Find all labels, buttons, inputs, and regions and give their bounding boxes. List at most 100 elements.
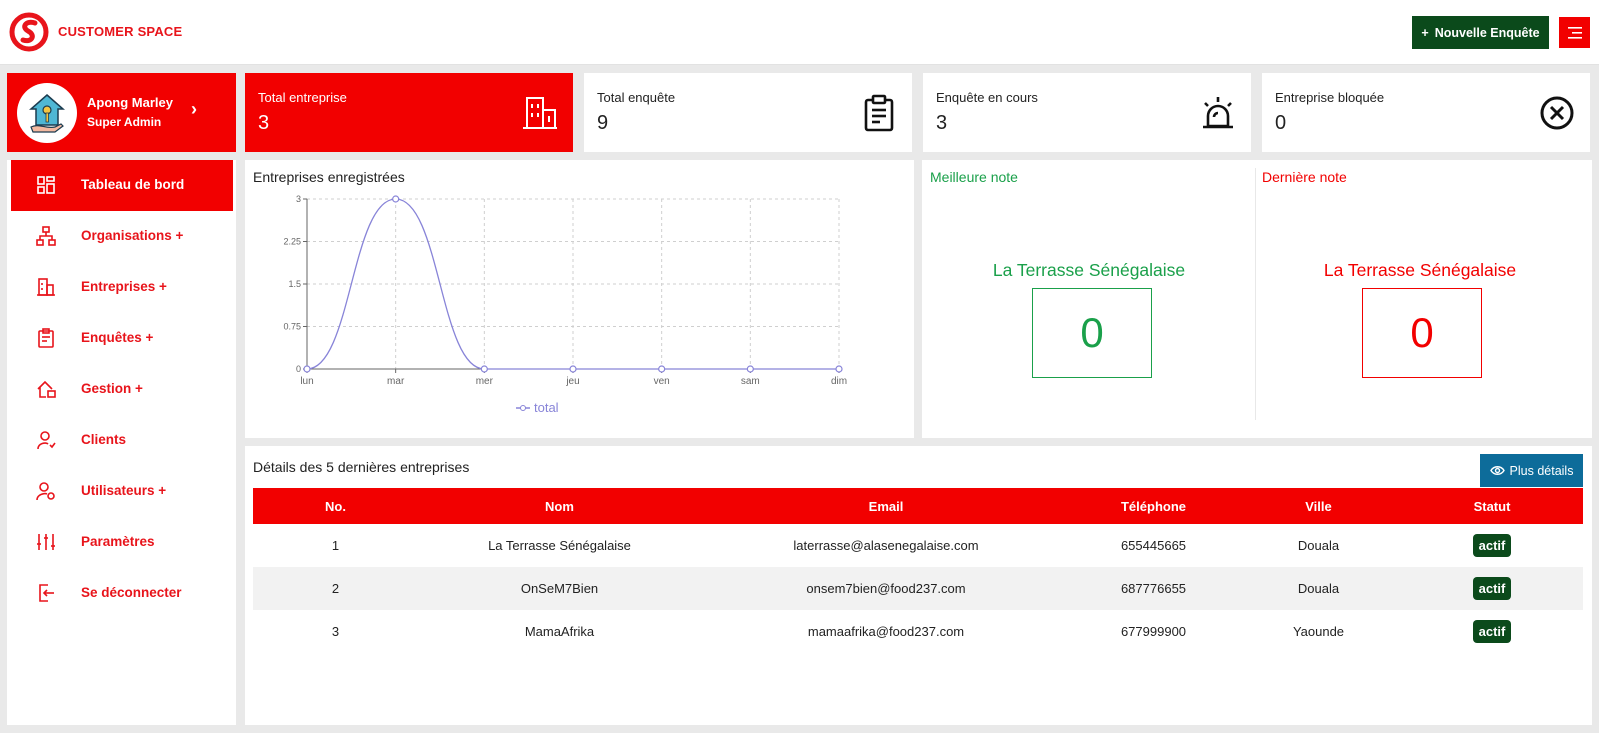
x-tick-label: mar	[387, 376, 405, 387]
stat-label: Enquête en cours	[936, 90, 1038, 105]
status-badge: actif	[1472, 534, 1512, 557]
stat-label: Total enquête	[597, 90, 676, 105]
sidebar-item-label: Organisations +	[81, 228, 184, 243]
chart-card: Entreprises enregistrées 0 0.75 1.5 2.25 3 lu…	[245, 160, 914, 438]
table-row[interactable]: 3 MamaAfrika mamaafrika@food237.com 6779…	[253, 610, 1583, 653]
menu-toggle-button[interactable]	[1559, 17, 1590, 48]
sidebar-item-label: Gestion +	[81, 381, 143, 396]
cell-nom: La Terrasse Sénégalaise	[488, 538, 631, 553]
table-row[interactable]: 1 La Terrasse Sénégalaise laterrasse@ala…	[253, 524, 1583, 567]
col-statut: Statut	[1401, 488, 1583, 524]
x-tick-label: sam	[741, 376, 760, 387]
cell-nom: OnSeM7Bien	[418, 567, 701, 610]
cell-telephone: 687776655	[1071, 567, 1236, 610]
sliders-icon	[37, 534, 55, 550]
cell-statut: actif	[1401, 567, 1583, 610]
stat-label: Entreprise bloquée	[1275, 90, 1385, 105]
cell-ville: Yaounde	[1292, 624, 1345, 639]
building-icon	[37, 278, 55, 296]
cell-ville: Douala	[1236, 567, 1401, 610]
last-note-value: 0	[1362, 288, 1482, 378]
sidebar-item-enquetes[interactable]: Enquêtes +	[7, 313, 233, 364]
sidebar-item-label: Tableau de bord	[81, 177, 185, 192]
cell-email: mamaafrika@food237.com	[807, 624, 965, 639]
new-survey-button[interactable]: + Nouvelle Enquête	[1412, 16, 1549, 49]
cell-statut: actif	[1401, 524, 1583, 567]
user-heart-icon	[37, 431, 56, 450]
profile-card[interactable]: Apong Marley Super Admin ›	[7, 73, 236, 152]
col-no: No.	[253, 488, 418, 524]
sidebar-item-utilisateurs[interactable]: Utilisateurs +	[7, 466, 233, 517]
data-point	[658, 365, 666, 373]
col-nom: Nom	[418, 488, 701, 524]
home-manage-icon	[37, 380, 56, 398]
top-bar: CUSTOMER SPACE + Nouvelle Enquête	[0, 0, 1599, 65]
sidebar-item-organisations[interactable]: Organisations +	[7, 211, 233, 262]
best-note-name: La Terrasse Sénégalaise	[992, 260, 1186, 280]
data-point	[569, 365, 577, 373]
profile-role: Super Admin	[87, 115, 162, 129]
legend-swatch-point	[520, 405, 526, 411]
brand-name: CUSTOMER SPACE	[58, 24, 183, 39]
menu-icon	[1567, 26, 1582, 39]
avatar	[17, 83, 77, 143]
logout-icon	[39, 584, 54, 602]
more-details-label: Plus détails	[1509, 463, 1574, 478]
y-tick-label: 1.5	[288, 279, 301, 289]
close-circle-icon	[1540, 96, 1574, 130]
dashboard-icon	[37, 176, 55, 194]
stat-value: 9	[597, 112, 609, 134]
notes-card: Meilleure note La Terrasse Sénégalaise 0…	[922, 160, 1592, 438]
clipboard-icon	[38, 328, 54, 348]
recent-companies-card: Détails des 5 dernières entreprises Plus…	[245, 446, 1592, 725]
table-title: Détails des 5 dernières entreprises	[253, 459, 470, 475]
sidebar-item-gestion[interactable]: Gestion +	[7, 364, 233, 415]
cell-no: 3	[331, 624, 340, 639]
cell-statut: actif	[1401, 610, 1583, 653]
table-header-row: No. Nom Email Téléphone Ville Statut	[253, 488, 1583, 524]
last-note-title: Dernière note	[1262, 169, 1347, 185]
table-row[interactable]: 2 OnSeM7Bien onsem7bien@food237.com 6877…	[253, 567, 1583, 610]
sidebar-item-tableau-de-bord[interactable]: Tableau de bord	[7, 160, 233, 211]
data-point	[835, 365, 843, 373]
logo-icon	[9, 12, 49, 52]
chevron-right-icon[interactable]: ›	[191, 99, 197, 120]
line-chart: 0 0.75 1.5 2.25 3 lun mar mer jeu ven sam dim total	[283, 194, 847, 415]
alarm-icon	[1203, 97, 1233, 129]
sidebar-item-entreprises[interactable]: Entreprises +	[7, 262, 233, 313]
home-key-icon	[29, 94, 65, 133]
sidebar-item-label: Clients	[81, 432, 127, 447]
sidebar-item-parametres[interactable]: Paramètres	[7, 517, 233, 568]
sidebar-item-label: Utilisateurs +	[81, 483, 167, 498]
sidebar-item-clients[interactable]: Clients	[7, 415, 233, 466]
col-email: Email	[701, 488, 1071, 524]
stat-entreprise-bloquee: Entreprise bloquée 0	[1262, 73, 1590, 152]
cell-ville: Douala	[1297, 538, 1340, 553]
sidebar-item-label: Entreprises +	[81, 279, 167, 294]
x-tick-label: mer	[476, 376, 494, 387]
new-survey-label: Nouvelle Enquête	[1434, 25, 1540, 40]
data-point	[746, 365, 754, 373]
y-tick-label: 2.25	[283, 237, 301, 247]
org-icon	[36, 226, 56, 246]
cell-email: onsem7bien@food237.com	[701, 567, 1071, 610]
last-note-name: La Terrasse Sénégalaise	[1323, 260, 1517, 280]
stat-value: 3	[258, 112, 270, 134]
col-telephone: Téléphone	[1071, 488, 1236, 524]
more-details-button[interactable]: Plus détails	[1480, 454, 1583, 487]
data-point	[303, 365, 311, 373]
sidebar-item-label: Enquêtes +	[81, 330, 154, 345]
x-tick-label: lun	[300, 376, 313, 387]
status-badge: actif	[1472, 577, 1512, 600]
col-ville: Ville	[1236, 488, 1401, 524]
stat-enquete-en-cours: Enquête en cours 3	[923, 73, 1251, 152]
y-tick-label: 0.75	[283, 322, 301, 332]
sidebar-item-se-deconnecter[interactable]: Se déconnecter	[7, 568, 233, 619]
x-tick-label: dim	[831, 376, 847, 387]
x-tick-label: jeu	[565, 376, 579, 387]
best-note-value: 0	[1032, 288, 1152, 378]
plus-icon: +	[1421, 25, 1429, 40]
cell-telephone: 677999900	[1120, 624, 1187, 639]
notes-divider	[1255, 168, 1256, 420]
cell-nom: MamaAfrika	[524, 624, 595, 639]
